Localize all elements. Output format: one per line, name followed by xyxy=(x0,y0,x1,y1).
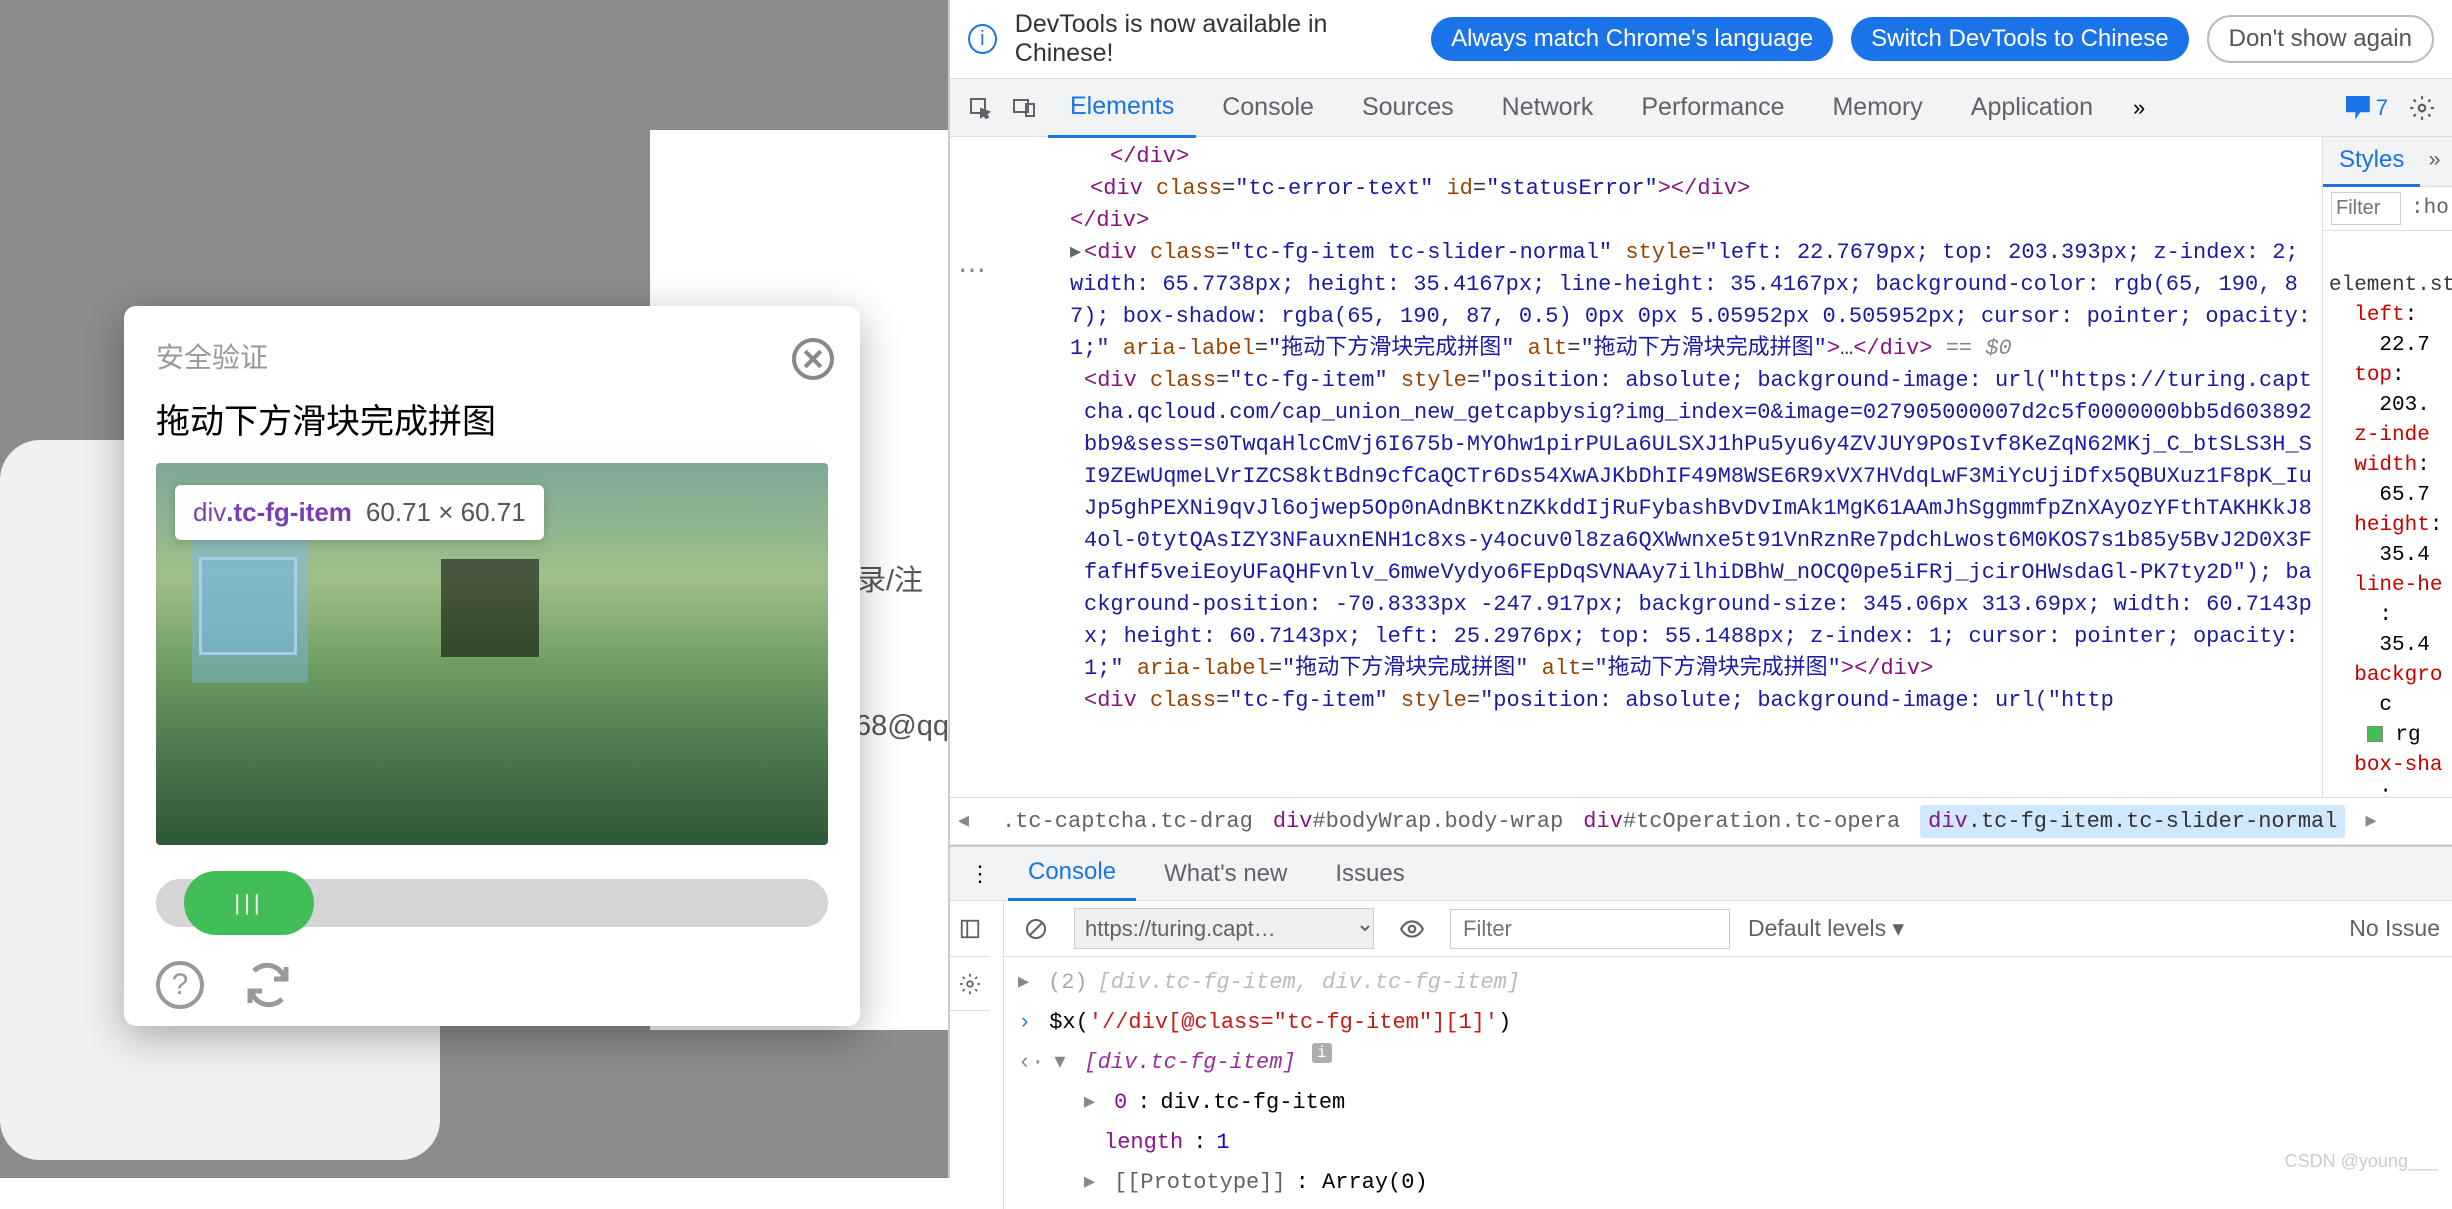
selected-node-marker: == $0 xyxy=(1933,336,2012,361)
devtools-info-bar: i DevTools is now available in Chinese! … xyxy=(950,0,2452,79)
tab-console[interactable]: Console xyxy=(1200,79,1336,136)
breadcrumb-left-icon[interactable]: ◂ xyxy=(958,808,982,834)
styles-rules[interactable]: element.style { left: 22.7 top: 203. z-i… xyxy=(2323,231,2452,797)
device-toolbar-icon[interactable] xyxy=(1004,88,1044,128)
no-issues-label: No Issue xyxy=(2349,915,2440,942)
breadcrumb-right-icon[interactable]: ▸ xyxy=(2365,808,2389,834)
drawer-tab-issues[interactable]: Issues xyxy=(1315,848,1424,900)
clear-console-icon[interactable] xyxy=(1016,909,1056,949)
email-fragment-text: 68@qq. xyxy=(855,710,957,743)
switch-language-button[interactable]: Switch DevTools to Chinese xyxy=(1851,17,2188,61)
console-toolbar: https://turing.capt… Default levels ▾ No… xyxy=(1004,901,2452,957)
tab-sources[interactable]: Sources xyxy=(1340,79,1476,136)
console-sidebar-toggle-icon[interactable] xyxy=(950,901,990,957)
tooltip-tag: div xyxy=(193,497,226,527)
styles-pane: Styles » :ho element.style { left: 22.7 … xyxy=(2322,137,2452,797)
help-icon[interactable]: ? xyxy=(156,961,204,1009)
message-count: 7 xyxy=(2376,95,2388,121)
close-icon[interactable] xyxy=(792,338,834,380)
tab-memory[interactable]: Memory xyxy=(1810,79,1944,136)
devtools-tabs: Elements Console Sources Network Perform… xyxy=(950,79,2452,137)
dom-tree[interactable]: ⋯ </div> <div class="tc-error-text" id="… xyxy=(950,137,2322,797)
dom-ellipsis-icon[interactable]: ⋯ xyxy=(958,257,986,289)
info-icon: i xyxy=(968,24,997,54)
live-expression-icon[interactable] xyxy=(1392,909,1432,949)
context-selector[interactable]: https://turing.capt… xyxy=(1074,908,1374,949)
slider-track[interactable]: ||| xyxy=(156,879,828,927)
breadcrumb-item[interactable]: div#tcOperation.tc-opera xyxy=(1583,809,1900,834)
puzzle-slider-piece[interactable] xyxy=(199,557,297,655)
console-settings-icon[interactable] xyxy=(950,957,990,1011)
tab-styles[interactable]: Styles xyxy=(2323,137,2420,187)
tooltip-class: .tc-fg-item xyxy=(226,497,352,527)
console-drawer: ⋮ Console What's new Issues https://turi… xyxy=(950,845,2452,1209)
log-levels-dropdown[interactable]: Default levels ▾ xyxy=(1748,915,1904,942)
inspect-element-icon[interactable] xyxy=(960,88,1000,128)
more-tabs-icon[interactable]: » xyxy=(2119,88,2159,128)
console-filter-input[interactable] xyxy=(1450,909,1730,949)
captcha-footer: ? xyxy=(156,961,828,1009)
drawer-tab-console[interactable]: Console xyxy=(1008,846,1136,901)
captcha-title: 安全验证 xyxy=(156,336,828,376)
styles-tab-bar: Styles » xyxy=(2323,137,2452,187)
breadcrumb-item[interactable]: div#bodyWrap.body-wrap xyxy=(1273,809,1563,834)
info-badge-icon[interactable]: i xyxy=(1312,1043,1332,1063)
tab-performance[interactable]: Performance xyxy=(1619,79,1806,136)
tab-network[interactable]: Network xyxy=(1480,79,1616,136)
color-swatch[interactable] xyxy=(2367,726,2383,742)
breadcrumb-item-selected[interactable]: div.tc-fg-item.tc-slider-normal xyxy=(1920,805,2345,838)
drawer-tab-whatsnew[interactable]: What's new xyxy=(1144,848,1307,900)
inspect-tooltip: div.tc-fg-item 60.71 × 60.71 xyxy=(175,485,544,540)
styles-filter-bar: :ho xyxy=(2323,187,2452,231)
devtools-body: ⋯ </div> <div class="tc-error-text" id="… xyxy=(950,137,2452,797)
devtools-pane: i DevTools is now available in Chinese! … xyxy=(948,0,2452,1178)
console-output[interactable]: ▸(2) [div.tc-fg-item, div.tc-fg-item] ›$… xyxy=(1004,957,2452,1209)
messages-badge[interactable]: 7 xyxy=(2336,95,2398,121)
more-styles-tabs-icon[interactable]: » xyxy=(2420,150,2449,173)
console-drawer-tabs: ⋮ Console What's new Issues xyxy=(950,847,2452,901)
login-register-text: 录/注 xyxy=(857,557,923,599)
puzzle-hole xyxy=(441,559,539,657)
page-viewport: 录/注 68@qq. 安全验证 拖动下方滑块完成拼图 ||| ? div.tc-… xyxy=(0,0,948,1178)
refresh-icon[interactable] xyxy=(244,961,292,1009)
drawer-menu-icon[interactable]: ⋮ xyxy=(960,854,1000,894)
info-message: DevTools is now available in Chinese! xyxy=(1015,10,1413,68)
captcha-instruction: 拖动下方滑块完成拼图 xyxy=(156,394,828,443)
slider-handle[interactable]: ||| xyxy=(184,871,314,935)
message-icon xyxy=(2346,96,2370,120)
dom-breadcrumb: ◂ .tc-captcha.tc-drag div#bodyWrap.body-… xyxy=(950,797,2452,845)
match-language-button[interactable]: Always match Chrome's language xyxy=(1431,17,1833,61)
styles-filter-input[interactable] xyxy=(2331,192,2401,225)
hov-toggle[interactable]: :ho xyxy=(2411,197,2449,220)
tab-application[interactable]: Application xyxy=(1949,79,2115,136)
settings-icon[interactable] xyxy=(2402,88,2442,128)
breadcrumb-item[interactable]: .tc-captcha.tc-drag xyxy=(1002,809,1253,834)
tooltip-dims: 60.71 × 60.71 xyxy=(366,497,526,527)
watermark: CSDN @young___ xyxy=(2285,1151,2438,1172)
captcha-modal: 安全验证 拖动下方滑块完成拼图 ||| ? xyxy=(124,306,860,1026)
tab-elements[interactable]: Elements xyxy=(1048,78,1196,138)
dismiss-button[interactable]: Don't show again xyxy=(2207,15,2434,63)
